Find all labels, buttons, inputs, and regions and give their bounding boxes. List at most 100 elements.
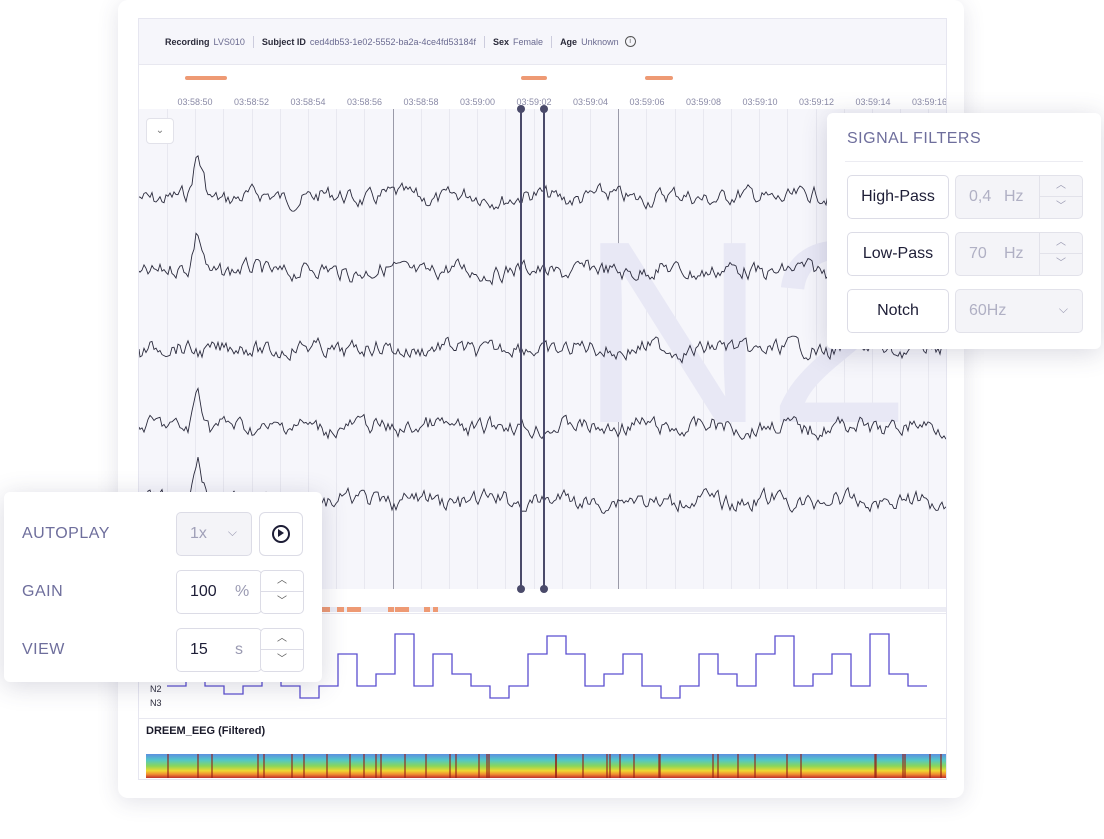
cursor-handle[interactable] [517,105,525,113]
age-info: Age Unknown i [552,36,644,47]
time-tick: 03:58:54 [290,97,326,107]
low-pass-button[interactable]: Low-Pass [847,232,949,276]
sex-label: Sex [493,36,510,47]
time-tick: 03:58:50 [177,97,213,107]
view-value: 15 [190,641,208,658]
gain-unit: % [235,583,250,600]
chevron-up-icon[interactable]: ︿ [1040,176,1082,197]
signal-filters-title: SIGNAL FILTERS [847,130,982,147]
event-marker[interactable] [645,76,673,80]
notch-value: 60Hz [969,302,1007,319]
recording-value: LVS010 [213,36,245,47]
spectrogram-artifact [363,754,365,778]
chevron-up-icon[interactable]: ︿ [261,571,303,592]
time-tick: 03:59:00 [459,97,496,107]
chevron-down-icon[interactable]: ﹀ [261,592,303,612]
spectrogram-artifact [786,754,788,778]
high-pass-unit: Hz [1004,188,1024,205]
age-label: Age [560,36,578,47]
notch-button[interactable]: Notch [847,289,949,333]
event-marker[interactable] [521,76,547,80]
sex-value: Female [513,36,544,47]
cursor-handle[interactable] [540,585,548,593]
spectrogram-artifact [167,754,169,778]
time-tick: 03:59:16 [911,97,947,107]
spectrogram-artifact [582,754,584,778]
channel-dropdown-button[interactable]: ⌄ [146,118,174,144]
timeline[interactable]: 03:58:50 03:58:52 03:58:54 03:58:56 03:58:58… [139,65,946,109]
high-pass-value: 0,4 [969,188,992,205]
play-button[interactable] [259,512,303,556]
cursor-line-end[interactable] [540,105,548,593]
spectrogram-artifact [754,754,756,778]
spectrogram-artifact [303,754,305,778]
cursor-handle[interactable] [540,105,548,113]
high-pass-button[interactable]: High-Pass [847,175,949,219]
chevron-down-icon[interactable]: ﹀ [1040,254,1082,274]
spectrogram-artifact [929,754,931,778]
spectrogram-artifact [291,754,293,778]
time-tick: 03:59:06 [629,97,665,107]
recording-header: Recording LVS010 Subject ID ced4db53-1e0… [139,19,946,65]
chevron-down-icon[interactable]: ﹀ [261,650,303,670]
chevron-down-icon[interactable]: ﹀ [1040,197,1082,217]
event-segment [433,607,438,612]
spectrogram-artifact [375,754,377,778]
time-tick: 03:59:04 [572,97,609,107]
spectrogram-artifact [609,754,611,778]
event-segment [347,607,361,612]
age-value: Unknown [581,36,619,47]
spectrogram-artifact [257,754,259,778]
info-icon[interactable]: i [624,36,636,47]
gain-label: GAIN [22,583,64,600]
view-stepper[interactable]: ︿ ﹀ [260,628,304,672]
cursor-handle[interactable] [517,585,525,593]
low-pass-unit: Hz [1004,245,1024,262]
spectrogram-artifact [478,754,480,778]
autoplay-speed-select[interactable]: 1x ⌵ [176,512,252,556]
spectrogram-artifact [800,754,802,778]
view-unit: s [235,641,243,658]
spectrogram-artifact [712,754,714,778]
notch-select[interactable]: 60Hz ⌵ [955,289,1083,333]
chevron-down-icon: ⌄ [155,125,165,136]
spectrogram-artifact [875,754,877,778]
autoplay-label: AUTOPLAY [22,525,110,542]
spectrogram[interactable] [146,754,946,778]
time-tick: 03:58:56 [346,97,383,107]
spectrogram-artifact [455,754,457,778]
cursor-line-start[interactable] [517,105,525,593]
spectrogram-artifact [737,754,739,778]
spectrogram-artifact [425,754,427,778]
time-tick: 03:58:52 [233,97,270,107]
chevron-up-icon[interactable]: ︿ [261,629,303,650]
recording-label: Recording [165,36,210,47]
chevron-down-icon: ⌵ [1058,302,1068,316]
spectrogram-artifact [606,754,608,778]
spectrogram-artifact [380,754,382,778]
gain-input[interactable]: 100 % [176,570,262,614]
spectrogram-artifact [326,754,328,778]
event-segment [395,607,409,612]
spectrogram-artifact [904,754,906,778]
spectrogram-artifact [633,754,635,778]
view-input[interactable]: 15 s [176,628,262,672]
spectrogram-artifact [555,754,557,778]
gain-value: 100 [190,583,217,600]
event-marker[interactable] [185,76,227,80]
spectrogram-title: DREEM_EEG (Filtered) [146,725,266,737]
spectrogram-artifact [619,754,621,778]
gain-stepper[interactable]: ︿ ﹀ [260,570,304,614]
low-pass-field[interactable]: 70 Hz ︿ ﹀ [955,232,1083,276]
time-tick: 03:59:12 [798,97,835,107]
chevron-up-icon[interactable]: ︿ [1040,233,1082,254]
subject-label: Subject ID [261,36,306,47]
spectrogram-artifact [940,754,942,778]
subject-value: ced4db53-1e02-5552-ba2a-4ce4fd53184f [309,36,477,47]
event-segment [337,607,344,612]
spectrogram-artifact [404,754,406,778]
spectrogram-artifact [449,754,451,778]
event-segment [424,607,430,612]
high-pass-field[interactable]: 0,4 Hz ︿ ﹀ [955,175,1083,219]
time-tick: 03:59:10 [742,97,778,107]
